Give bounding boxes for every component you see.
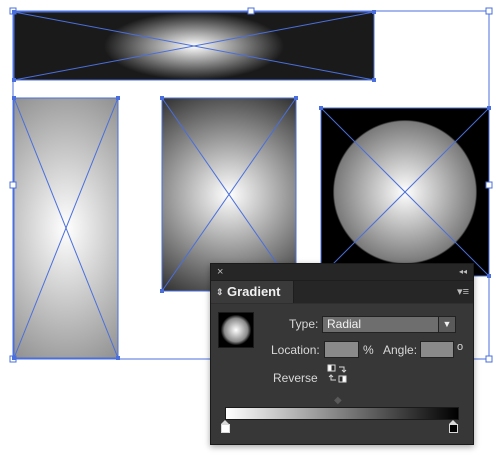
gradient-panel: × ◂◂ ⇕ Gradient ▾≡ Type: Radial ▼ Locati… [210, 263, 474, 445]
tab-label: Gradient [227, 284, 281, 299]
reverse-gradient-icon[interactable] [327, 363, 349, 385]
close-icon[interactable]: × [217, 265, 223, 279]
panel-body: Type: Radial ▼ Location: % Angle: o Reve… [211, 304, 473, 444]
gradient-slider[interactable] [225, 407, 459, 420]
panel-menu-icon[interactable]: ▾≡ [457, 285, 469, 298]
gradient-stop-white[interactable] [221, 420, 230, 433]
collapse-icon[interactable]: ◂◂ [459, 265, 467, 279]
panel-titlebar[interactable]: × ◂◂ [211, 264, 473, 281]
chevron-down-icon[interactable]: ▼ [438, 317, 455, 332]
gradient-rect-right[interactable] [320, 107, 490, 277]
gradient-rect-left[interactable] [13, 97, 119, 359]
gradient-rect-top[interactable] [13, 11, 375, 81]
tab-arrows-icon[interactable]: ⇕ [216, 281, 224, 303]
angle-label: Angle: [383, 343, 418, 357]
gradient-stop-black[interactable] [449, 420, 458, 433]
tab-gradient[interactable]: ⇕ Gradient [211, 281, 294, 303]
angle-unit: o [457, 341, 464, 353]
panel-tabbar: ⇕ Gradient ▾≡ [211, 281, 473, 303]
location-label: Location: [271, 343, 320, 357]
location-unit: % [363, 343, 374, 357]
midpoint-diamond-icon[interactable]: ◆ [334, 395, 342, 406]
gradient-preview-swatch[interactable] [218, 312, 254, 348]
type-select[interactable]: Radial ▼ [322, 316, 456, 333]
reverse-label: Reverse [273, 371, 318, 385]
type-label: Type: [289, 317, 319, 331]
type-value: Radial [327, 317, 362, 331]
angle-input[interactable] [420, 341, 454, 358]
location-input[interactable] [324, 341, 359, 358]
